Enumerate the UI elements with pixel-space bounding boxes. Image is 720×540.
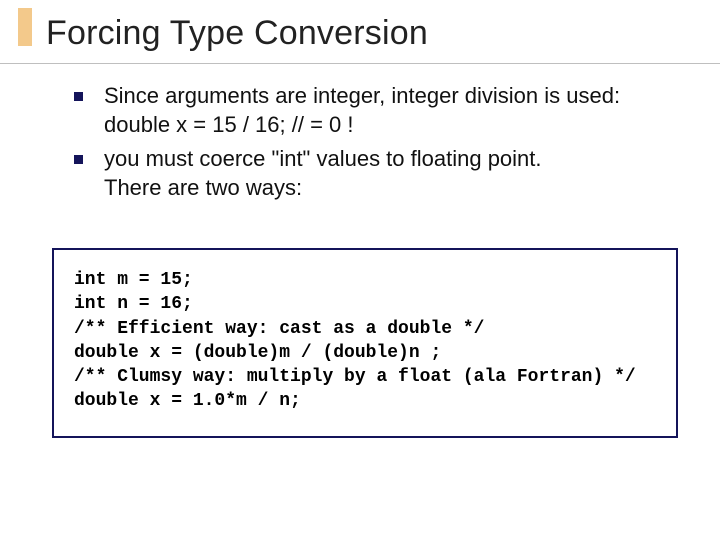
- square-bullet-icon: [74, 92, 83, 101]
- code-block: /** Clumsy way: multiply by a float (ala…: [74, 365, 656, 414]
- title-area: Forcing Type Conversion: [0, 0, 720, 64]
- bullet-item: you must coerce "int" values to floating…: [60, 145, 680, 202]
- bullet-continuation: double x = 15 / 16; // = 0 !: [104, 111, 680, 140]
- slide-title: Forcing Type Conversion: [46, 14, 704, 53]
- code-block: int m = 15; int n = 16; /** Efficient wa…: [74, 268, 656, 365]
- slide: Forcing Type Conversion Since arguments …: [0, 0, 720, 540]
- square-bullet-icon: [74, 155, 83, 164]
- bullet-list: Since arguments are integer, integer div…: [60, 82, 680, 202]
- code-box: int m = 15; int n = 16; /** Efficient wa…: [52, 248, 678, 438]
- bullet-item: Since arguments are integer, integer div…: [60, 82, 680, 139]
- body-area: Since arguments are integer, integer div…: [60, 82, 680, 208]
- bullet-continuation: There are two ways:: [104, 174, 680, 203]
- bullet-text: you must coerce "int" values to floating…: [104, 146, 542, 171]
- bullet-text: Since arguments are integer, integer div…: [104, 83, 620, 108]
